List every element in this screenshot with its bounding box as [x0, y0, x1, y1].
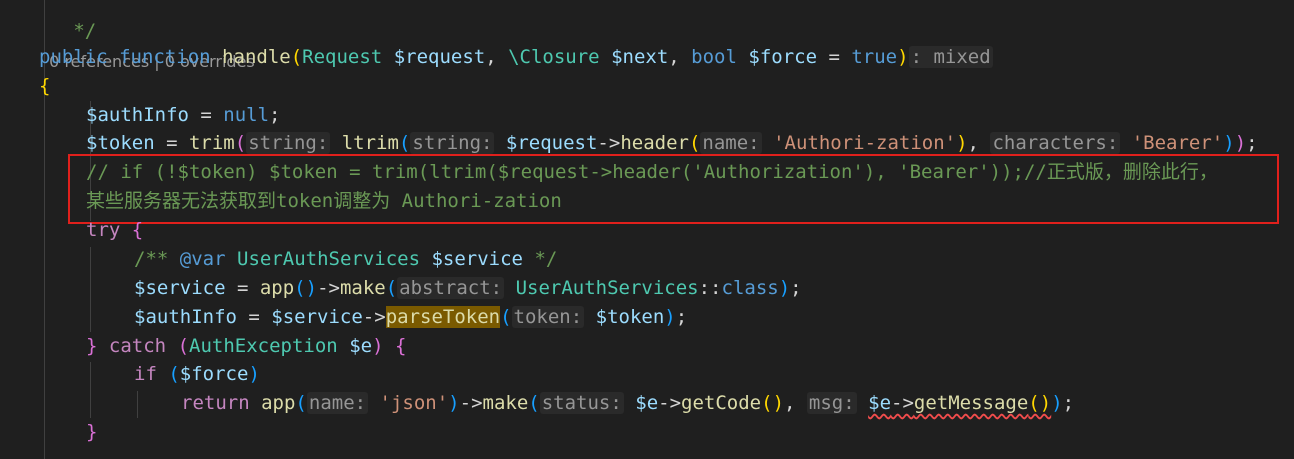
code-line: {	[39, 72, 50, 101]
param-var: $next	[611, 46, 669, 68]
highlight-box	[68, 154, 1279, 224]
param-hint: msg:	[806, 392, 857, 414]
param-default: true	[851, 46, 898, 68]
param-type: Request	[302, 46, 383, 68]
keyword-return: return	[181, 392, 250, 414]
param-hint: name:	[306, 392, 369, 414]
return-type-hint: : mixed	[908, 46, 993, 68]
doc-var: $service	[431, 248, 523, 270]
indent-guide	[90, 247, 91, 332]
string-literal: 'Authori-zation'	[773, 132, 957, 154]
code-line: return app(name: 'json')->make(status: $…	[181, 392, 1075, 414]
doc-tag: @var	[179, 248, 226, 270]
code-line: } catch (AuthException $e) {	[86, 335, 407, 357]
fn-trim: trim	[188, 132, 235, 154]
paren: (	[290, 46, 303, 68]
param-hint: name:	[700, 132, 762, 154]
error-squiggle[interactable]: $e->getMessage()	[868, 392, 1051, 414]
var-authinfo: $authInfo	[134, 306, 237, 328]
doc-comment-open: /**	[134, 248, 169, 270]
var-force: $force	[179, 363, 249, 385]
brace-close: }	[86, 421, 98, 443]
keyword-null: null	[223, 104, 270, 126]
keyword-if: if	[134, 363, 157, 385]
code-line-signature: public function handle(Request $request,…	[39, 46, 993, 68]
param-hint: abstract:	[397, 277, 505, 299]
indent-guide	[137, 391, 138, 418]
keyword-class: class	[721, 277, 779, 299]
string-literal: 'Bearer'	[1131, 132, 1224, 154]
code-line: $authInfo = $service->parseToken(token: …	[134, 306, 688, 328]
keyword-public: public	[39, 46, 108, 68]
param-hint: status:	[539, 392, 624, 414]
param-hint: string:	[410, 132, 495, 154]
var-request: $request	[505, 132, 598, 154]
var-exception: $e	[868, 392, 892, 414]
var-service: $service	[271, 306, 363, 328]
var-token: $token	[86, 132, 155, 154]
code-line: try {	[86, 219, 144, 241]
param-var: $request	[393, 46, 486, 68]
class-name: UserAuthServices	[515, 277, 699, 299]
fn-get-message: getMessage	[913, 392, 1029, 414]
keyword-catch: catch	[108, 335, 167, 357]
paren: )	[897, 46, 909, 68]
exception-type: AuthException	[189, 335, 338, 357]
function-name: handle	[222, 46, 291, 68]
fn-app: app	[259, 277, 295, 299]
fn-ltrim: ltrim	[341, 132, 399, 154]
code-line: }	[86, 418, 97, 447]
param-hint: string:	[246, 132, 331, 154]
fn-make: make	[482, 392, 529, 414]
code-line: /** @var UserAuthServices $service */	[134, 245, 557, 274]
fn-parse-token[interactable]: parseToken	[385, 306, 501, 328]
param-type: bool	[691, 46, 737, 68]
indent-guide	[90, 362, 91, 418]
doc-comment-close: */	[534, 248, 558, 270]
fn-app: app	[261, 392, 296, 414]
code-line: if ($force)	[134, 363, 260, 385]
code-line: $authInfo = null;	[86, 104, 281, 126]
keyword-function: function	[119, 46, 211, 68]
param-hint: token:	[511, 306, 585, 328]
doc-type: UserAuthServices	[237, 248, 421, 270]
fn-header: header	[620, 132, 689, 154]
var-service: $service	[134, 277, 226, 299]
var-exception: $e	[635, 392, 659, 414]
brace-open: {	[39, 75, 51, 97]
var-authinfo: $authInfo	[86, 104, 189, 126]
var-token: $token	[595, 306, 665, 328]
keyword-try: try	[86, 219, 121, 241]
param-var: $force	[748, 46, 818, 68]
fn-make: make	[339, 277, 386, 299]
string-literal: 'json'	[379, 392, 449, 414]
code-line: $service = app()->make(abstract: UserAut…	[134, 277, 802, 299]
fn-get-code: getCode	[681, 392, 762, 414]
param-hint: characters:	[990, 132, 1121, 154]
param-type: \Closure	[508, 46, 600, 68]
var-exception: $e	[349, 335, 373, 357]
code-line: */	[39, 0, 96, 42]
